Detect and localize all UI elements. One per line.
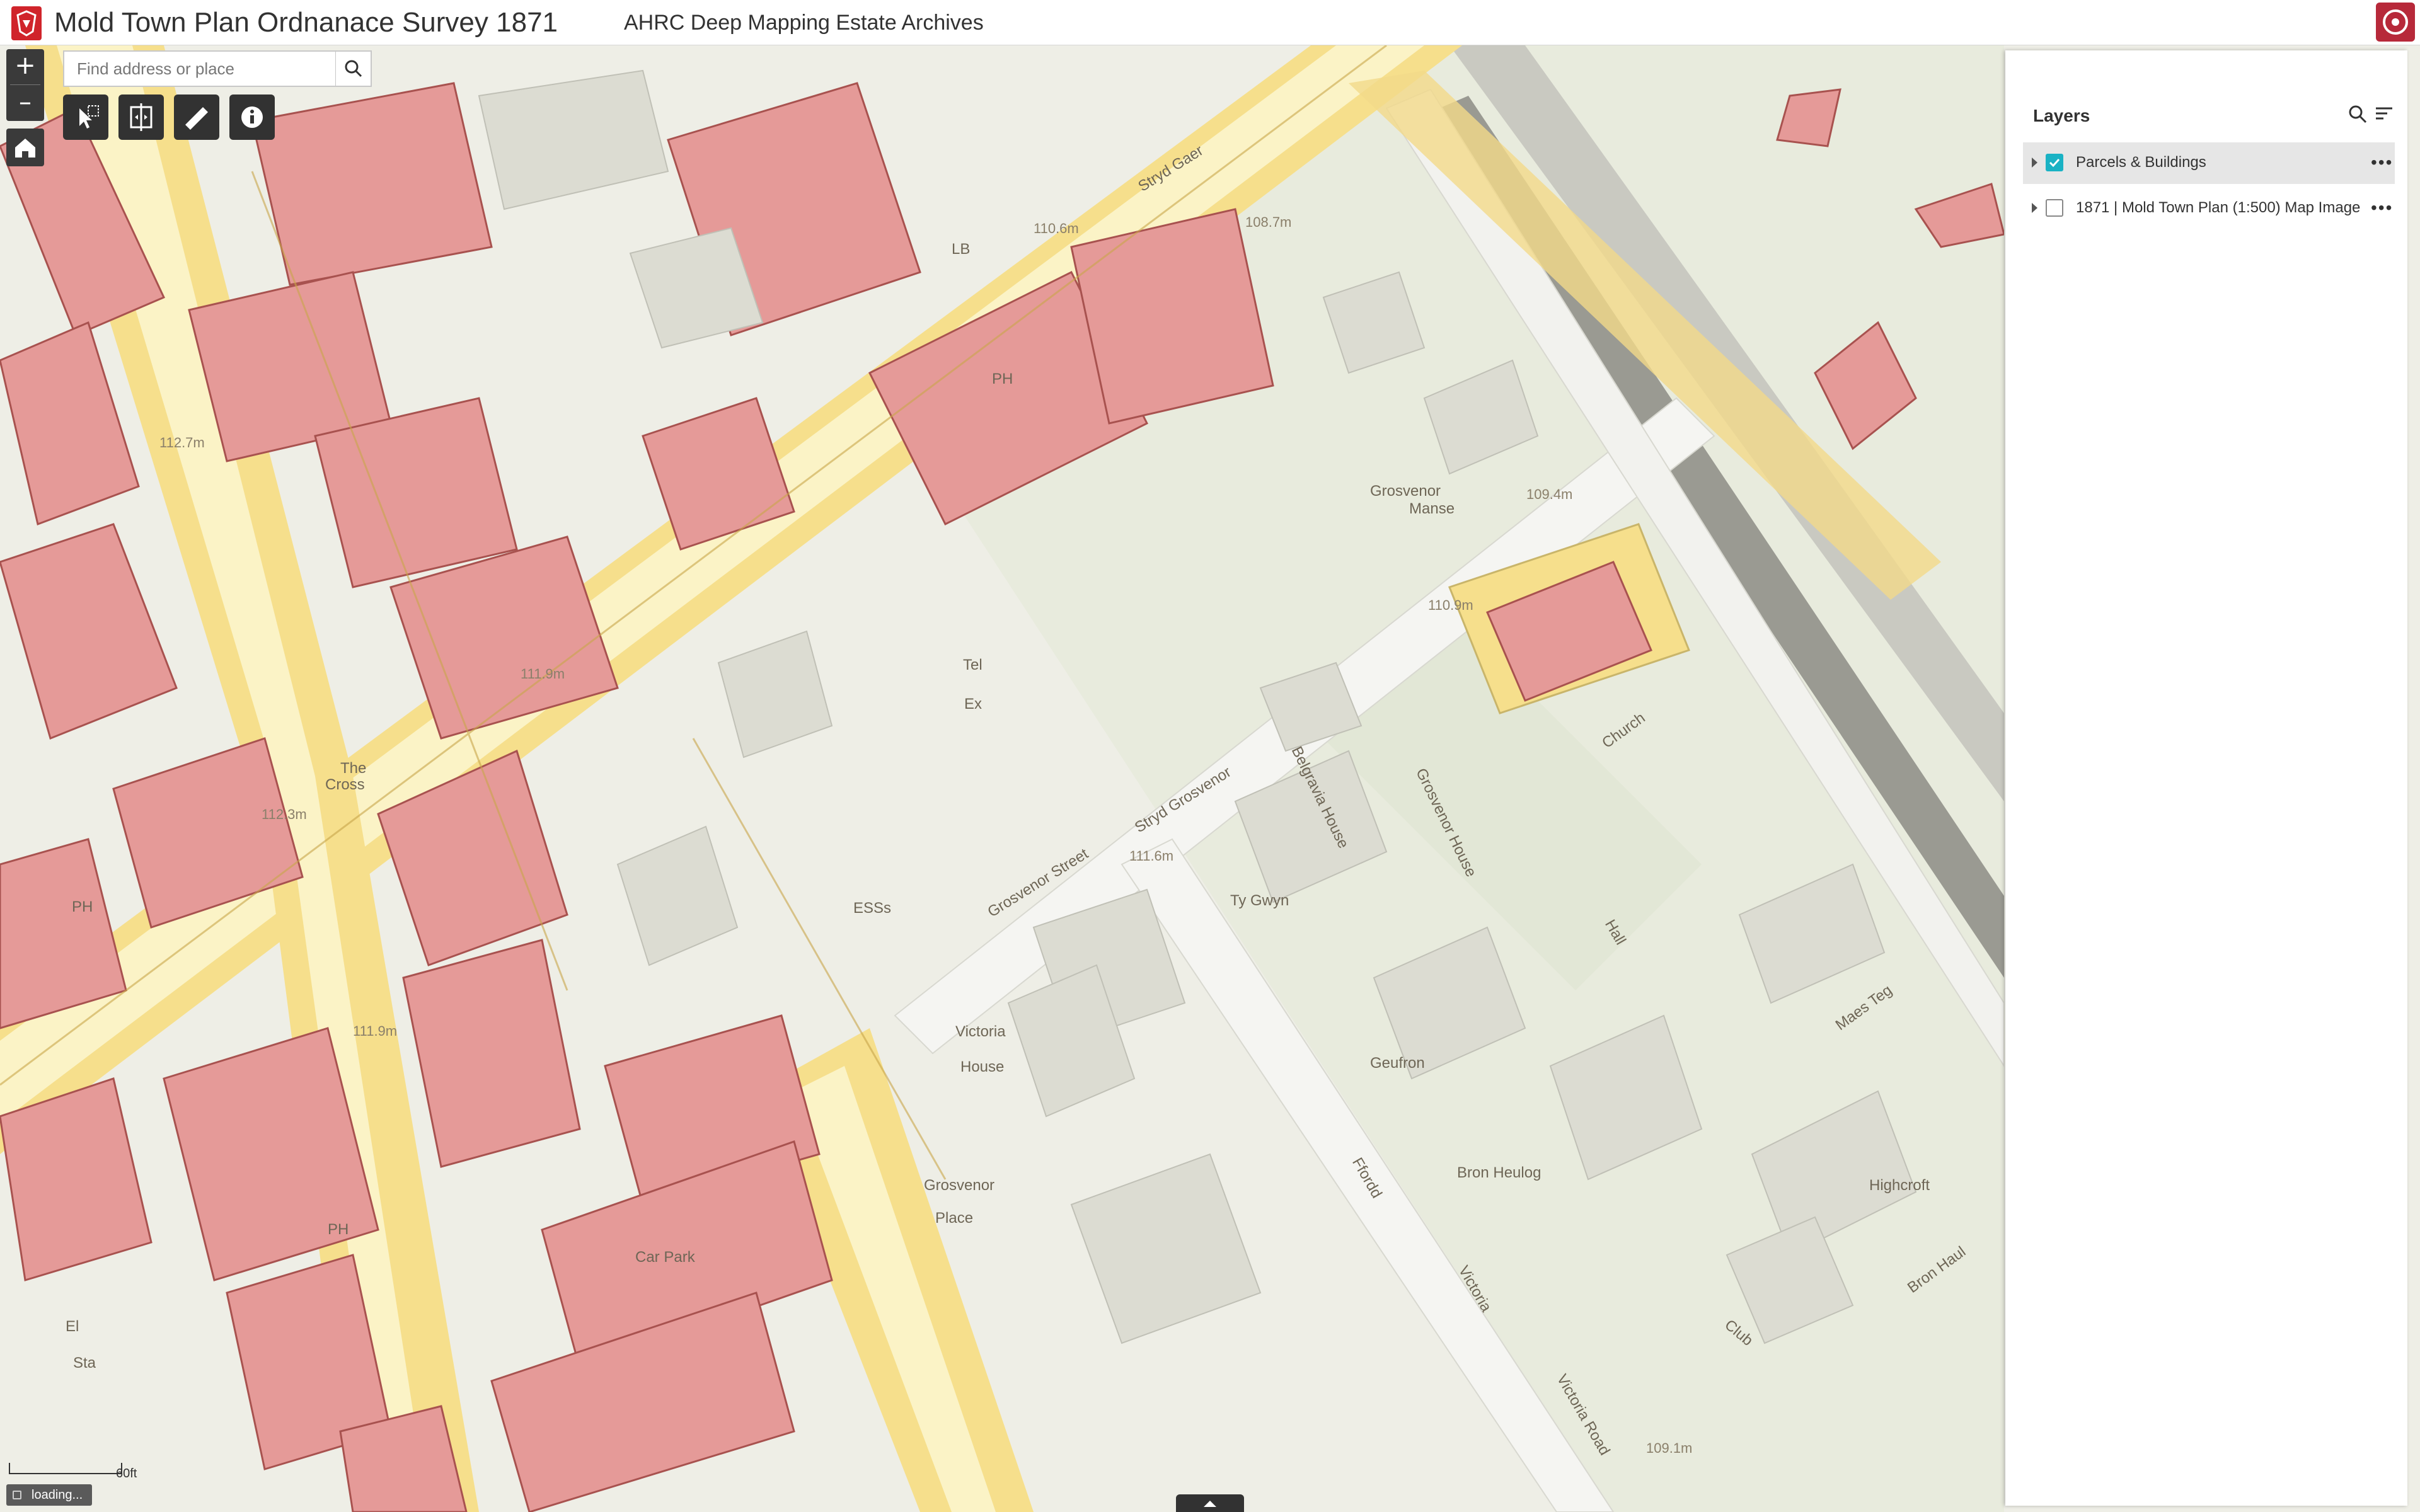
zoom-out-button[interactable]: – [6,86,44,121]
app-subtitle: AHRC Deep Mapping Estate Archives [624,11,984,35]
search-input[interactable] [64,52,335,86]
measure-tool-button[interactable] [174,94,219,140]
search-button[interactable] [335,52,371,86]
search-icon [345,60,362,77]
zoom-control: + – [6,49,44,121]
select-tool-button[interactable] [63,94,108,140]
home-icon [15,139,35,158]
basemap-drawing [0,45,2004,1512]
layer-visibility-checkbox[interactable] [2046,154,2063,171]
checkmark-icon [2049,158,2060,168]
info-tool-button[interactable] [229,94,275,140]
cursor-select-icon [79,105,99,129]
layer-visibility-checkbox[interactable] [2046,199,2063,217]
user-icon[interactable] [2376,3,2415,42]
loading-text: loading... [32,1488,83,1502]
swipe-icon [130,103,153,131]
layer-label: 1871 | Mold Town Plan (1:500) Map Image [2076,199,2361,216]
app-title: Mold Town Plan Ordnanace Survey 1871 [54,7,558,38]
chevron-up-icon [1204,1501,1216,1507]
map-view[interactable]: 112.7m 112.3m 111.9m 111.9m 110.6m 108.7… [0,45,2004,1512]
zoom-in-button[interactable]: + [6,49,44,84]
scale-bar-label: 60ft [116,1467,137,1480]
ruler-icon [185,107,208,130]
layers-panel-title: Layers [2033,106,2090,125]
layer-item-mold-town-plan[interactable]: 1871 | Mold Town Plan (1:500) Map Image … [2023,188,2395,229]
flintshire-logo [11,6,42,40]
layer-options-button[interactable]: ••• [2371,198,2393,218]
expand-caret-icon[interactable] [2032,203,2037,213]
filter-list-icon[interactable] [2373,103,2395,125]
loading-icon [13,1491,21,1499]
scale-bar [9,1463,122,1474]
home-button[interactable] [6,129,44,166]
info-icon [241,106,263,128]
layer-options-button[interactable]: ••• [2371,152,2393,173]
search-icon[interactable] [2347,103,2368,125]
app-header: Mold Town Plan Ordnanace Survey 1871 AHR… [0,0,2420,45]
layer-item-parcels-buildings[interactable]: Parcels & Buildings ••• [2023,142,2395,184]
search-widget [63,50,372,87]
layer-label: Parcels & Buildings [2076,154,2206,171]
layers-panel: Layers Parcels & Buildings ••• 1871 | Mo… [2005,50,2407,1506]
expand-caret-icon[interactable] [2032,158,2037,168]
swipe-tool-button[interactable] [118,94,164,140]
attribute-table-toggle[interactable] [1176,1494,1244,1512]
loading-status: loading... [6,1484,92,1506]
